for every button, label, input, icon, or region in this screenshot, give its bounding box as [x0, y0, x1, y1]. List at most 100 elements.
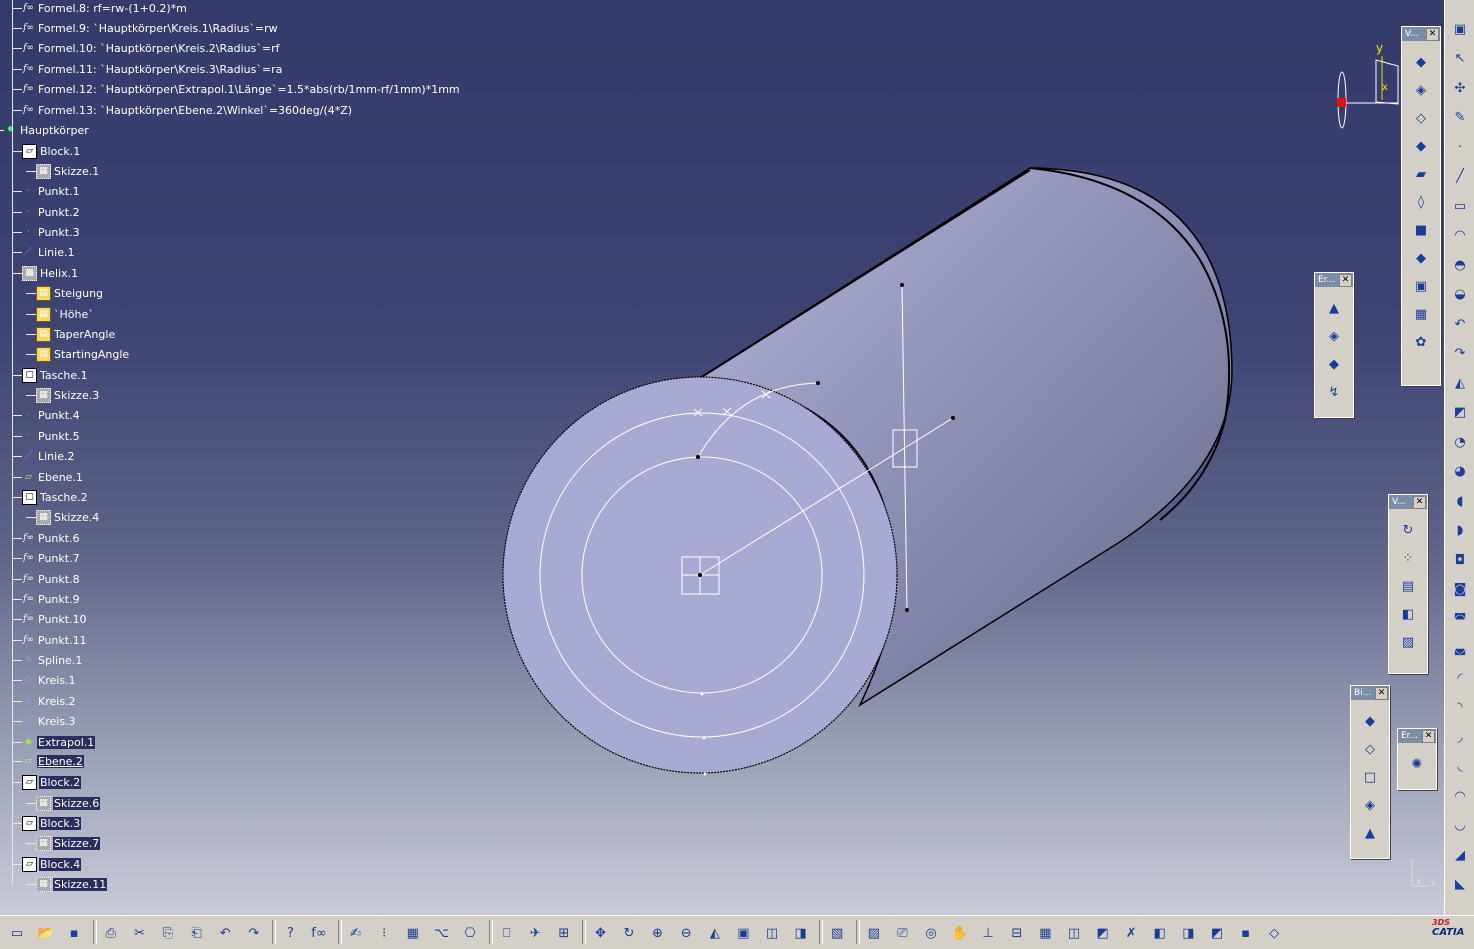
toolbar-button-icon[interactable]: ⎘: [157, 922, 179, 944]
toolbar-button-icon[interactable]: ✥: [589, 922, 611, 944]
compass[interactable]: y x: [1337, 41, 1399, 129]
tree-item[interactable]: · Punkt.3: [22, 223, 81, 241]
toolbar-button-icon[interactable]: ✂: [128, 922, 150, 944]
tree-item[interactable]: ▱ Block.2: [22, 773, 82, 791]
toolbar-button-icon[interactable]: ✎: [1449, 107, 1471, 129]
toolbar-button-icon[interactable]: ◞: [1449, 726, 1471, 748]
toolbar-button-icon[interactable]: ◆: [1323, 353, 1345, 375]
toolbar-button-icon[interactable]: ◊: [1410, 191, 1432, 213]
toolbar-button-icon[interactable]: ✺: [1406, 753, 1428, 775]
toolbar-button-icon[interactable]: ◛: [1449, 638, 1471, 660]
tree-item[interactable]: · Punkt.2: [22, 203, 81, 221]
toolbar-button-icon[interactable]: ◠: [1449, 785, 1471, 807]
toolbar-button-icon[interactable]: ◇: [1359, 738, 1381, 760]
toolbar-button-icon[interactable]: ⊥: [977, 922, 999, 944]
tree-item[interactable]: ∿ Spline.1: [22, 651, 83, 669]
toolbar-button-icon[interactable]: ◧: [1397, 603, 1419, 625]
tree-item[interactable]: ▱ Ebene.1: [22, 468, 84, 486]
toolbar-button-icon[interactable]: ◈: [1323, 325, 1345, 347]
tree-item[interactable]: ◇ Kreis.3: [22, 712, 77, 730]
tree-item[interactable]: ▤ `Höhe`: [36, 305, 95, 323]
toolbar-button-icon[interactable]: ▣: [732, 922, 754, 944]
toolbar-button-icon[interactable]: ◩: [1449, 402, 1471, 424]
toolbar-button-icon[interactable]: ▨: [1397, 631, 1419, 653]
toolbar-button-icon[interactable]: ◭: [1449, 372, 1471, 394]
tree-item[interactable]: f∞ Punkt.9: [22, 590, 81, 608]
tree-item[interactable]: f∞ Formel.8: rf=rw-(1+0.2)*m: [22, 0, 188, 17]
toolbar-button-icon[interactable]: ◆: [1410, 51, 1432, 73]
toolbar-button-icon[interactable]: ◚: [1449, 608, 1471, 630]
toolbar-button-icon[interactable]: ↯: [1323, 381, 1345, 403]
tree-item[interactable]: ✹ Hauptkörper: [4, 121, 90, 139]
view-panel-top[interactable]: V... ✕ ◆ ◈ ◇ ◆ ▰ ◊ ■ ◆ ▣ ▦ ✿: [1401, 26, 1441, 386]
tree-item[interactable]: · Punkt.1: [22, 182, 81, 200]
toolbar-button-icon[interactable]: ◆: [1359, 710, 1381, 732]
toolbar-button-icon[interactable]: ↷: [243, 922, 265, 944]
toolbar-button-icon[interactable]: ⎕: [496, 922, 518, 944]
tree-item[interactable]: f∞ Formel.13: `Hauptkörper\Ebene.2\Winkel…: [22, 101, 353, 119]
toolbar-button-icon[interactable]: ▭: [1449, 195, 1471, 217]
toolbar-button-icon[interactable]: ▦: [1034, 922, 1056, 944]
tree-item[interactable]: ◇ Kreis.1: [22, 671, 77, 689]
toolbar-button-icon[interactable]: ▣: [1449, 18, 1471, 40]
toolbar-button-icon[interactable]: 📂: [35, 922, 57, 944]
tree-item[interactable]: f∞ Punkt.8: [22, 570, 81, 588]
toolbar-button-icon[interactable]: ◩: [1092, 922, 1114, 944]
tree-item[interactable]: ▦ Skizze.7: [36, 834, 101, 852]
tree-item[interactable]: f∞ Formel.10: `Hauptkörper\Kreis.2\Radius…: [22, 39, 280, 57]
toolbar-button-icon[interactable]: ◆: [1410, 135, 1432, 157]
tree-item[interactable]: ▱ Ebene.2: [22, 752, 84, 770]
toolbar-button-icon[interactable]: ▲: [1323, 297, 1345, 319]
toolbar-button-icon[interactable]: ◨: [790, 922, 812, 944]
toolbar-button-icon[interactable]: ✈: [524, 922, 546, 944]
tree-item[interactable]: ▦ Skizze.3: [36, 386, 100, 404]
tree-item[interactable]: ▩ Helix.1: [22, 264, 79, 282]
toolbar-button-icon[interactable]: ▰: [1410, 163, 1432, 185]
toolbar-button-icon[interactable]: f∞: [308, 922, 330, 944]
toolbar-button-icon[interactable]: ⎗: [186, 922, 208, 944]
toolbar-button-icon[interactable]: ▪: [1235, 922, 1257, 944]
view-panel-mid[interactable]: V... ✕ ↻ ⁘ ▤ ◧ ▨: [1388, 494, 1428, 674]
toolbar-button-icon[interactable]: ◣: [1449, 874, 1471, 896]
toolbar-button-icon[interactable]: ◨: [1177, 922, 1199, 944]
toolbar-button-icon[interactable]: ▲: [1359, 822, 1381, 844]
toolbar-button-icon[interactable]: □: [1359, 766, 1381, 788]
toolbar-button-icon[interactable]: ⁝: [373, 922, 395, 944]
toolbar-button-icon[interactable]: ↻: [1397, 519, 1419, 541]
toolbar-button-icon[interactable]: ⎙: [100, 922, 122, 944]
toolbar-button-icon[interactable]: ↻: [618, 922, 640, 944]
toolbar-button-icon[interactable]: ◇: [1263, 922, 1285, 944]
tree-item[interactable]: · Punkt.5: [22, 427, 81, 445]
tree-item[interactable]: ▱ Block.1: [22, 142, 81, 160]
toolbar-button-icon[interactable]: ■: [1410, 219, 1432, 241]
toolbar-button-icon[interactable]: ◭: [704, 922, 726, 944]
toolbar-button-icon[interactable]: ✿: [1410, 331, 1432, 353]
toolbar-button-icon[interactable]: ⊞: [553, 922, 575, 944]
toolbar-button-icon[interactable]: ◇: [1410, 107, 1432, 129]
toolbar-button-icon[interactable]: ▦: [402, 922, 424, 944]
toolbar-button-icon[interactable]: ·: [1449, 136, 1471, 158]
tree-item[interactable]: ▤ TaperAngle: [36, 325, 116, 343]
toolbar-button-icon[interactable]: ◆: [1410, 247, 1432, 269]
toolbar-button-icon[interactable]: ◎: [920, 922, 942, 944]
toolbar-button-icon[interactable]: ⎔: [459, 922, 481, 944]
tree-item[interactable]: ▤ StartingAngle: [36, 345, 130, 363]
toolbar-button-icon[interactable]: ◈: [1359, 794, 1381, 816]
tree-item[interactable]: ／ Linie.1: [22, 243, 75, 261]
tree-item[interactable]: ◇ Kreis.2: [22, 692, 77, 710]
tree-item[interactable]: ▢ Tasche.2: [22, 488, 89, 506]
3d-viewport[interactable]: y x y x z f∞ Formel.8: rf=rw-(1+0.2)*m f∞ F…: [0, 0, 1444, 915]
toolbar-button-icon[interactable]: ✋: [949, 922, 971, 944]
toolbar-button-icon[interactable]: ◜: [1449, 667, 1471, 689]
toolbar-button-icon[interactable]: ◢: [1449, 844, 1471, 866]
toolbar-button-icon[interactable]: ▦: [1410, 303, 1432, 325]
toolbar-button-icon[interactable]: ◕: [1449, 461, 1471, 483]
toolbar-button-icon[interactable]: ◓: [1449, 254, 1471, 276]
tree-item[interactable]: ◆ Extrapol.1: [22, 733, 96, 751]
toolbar-button-icon[interactable]: ◠: [1449, 225, 1471, 247]
toolbar-button-icon[interactable]: ╱: [1449, 166, 1471, 188]
tree-item[interactable]: f∞ Formel.9: `Hauptkörper\Kreis.1\Radius`…: [22, 19, 279, 37]
tree-item[interactable]: f∞ Punkt.7: [22, 549, 81, 567]
tree-item[interactable]: ▤ Steigung: [36, 284, 104, 302]
toolbar-button-icon[interactable]: ◟: [1449, 756, 1471, 778]
